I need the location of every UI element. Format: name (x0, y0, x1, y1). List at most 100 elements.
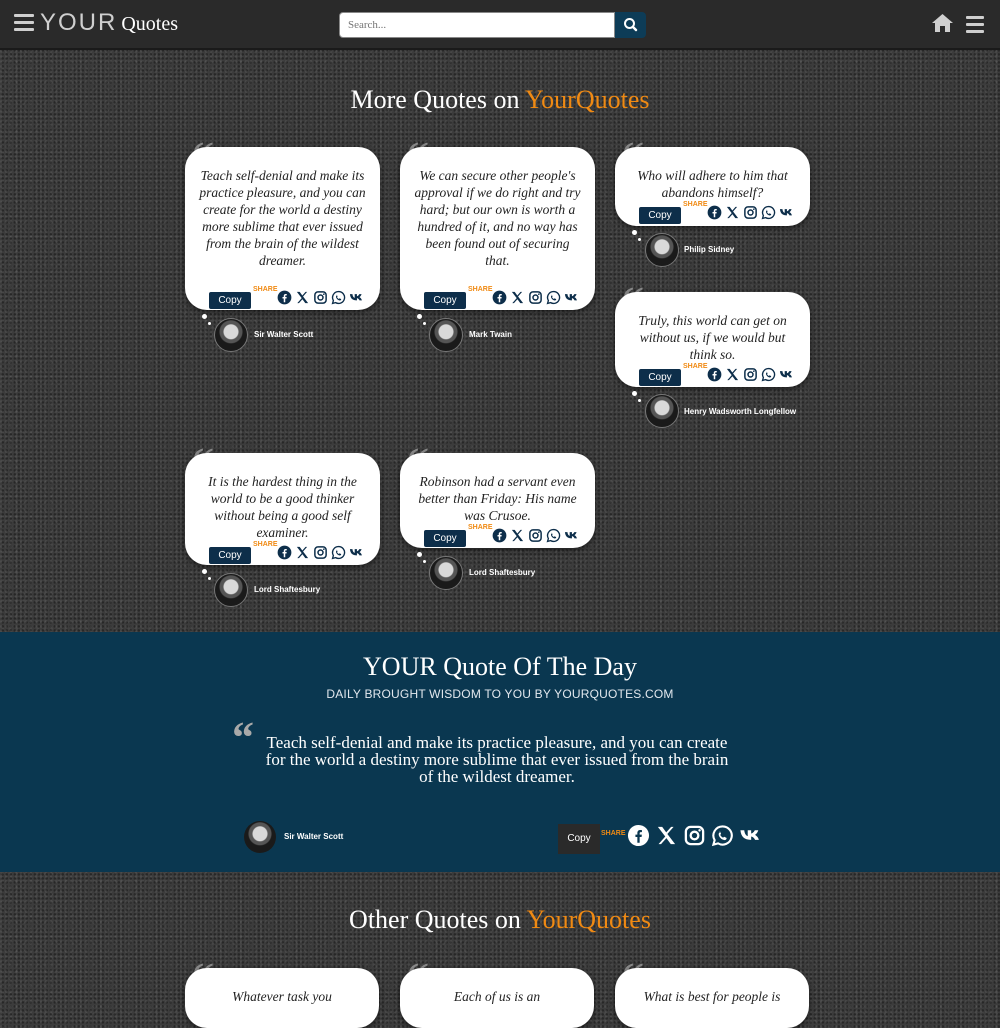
facebook-icon[interactable] (492, 290, 507, 305)
whatsapp-icon[interactable] (546, 528, 561, 543)
share-icons (277, 290, 364, 308)
instagram-icon[interactable] (313, 290, 328, 305)
copy-button[interactable]: Copy (209, 292, 251, 309)
facebook-icon[interactable] (627, 824, 650, 847)
whatsapp-icon[interactable] (761, 205, 776, 220)
whatsapp-icon[interactable] (711, 824, 734, 847)
home-icon[interactable] (931, 13, 954, 33)
share-label: SHARE (683, 201, 708, 208)
vk-icon[interactable] (739, 824, 762, 847)
x-icon[interactable] (655, 824, 678, 847)
vk-icon[interactable] (564, 528, 579, 543)
author-name[interactable]: Lord Shaftesbury (469, 568, 535, 577)
whatsapp-icon[interactable] (331, 545, 346, 560)
search-input[interactable] (339, 12, 615, 38)
vk-icon[interactable] (349, 545, 364, 560)
author-name[interactable]: Sir Walter Scott (284, 832, 343, 841)
facebook-icon[interactable] (492, 528, 507, 543)
quote-text: Teach self-denial and make its practice … (199, 168, 366, 268)
facebook-icon[interactable] (277, 545, 292, 560)
quote-text: Whatever task you (232, 989, 332, 1004)
facebook-icon[interactable] (707, 205, 722, 220)
copy-button[interactable]: Copy (424, 530, 466, 547)
copy-button[interactable]: Copy (558, 824, 600, 854)
quote-text: Each of us is an (453, 989, 541, 1004)
quote-card: What is best for people is (615, 968, 809, 1028)
author-name[interactable]: Sir Walter Scott (254, 330, 313, 339)
author-avatar[interactable] (645, 233, 679, 267)
menu-icon[interactable] (14, 14, 34, 32)
quote-text: Robinson had a servant even better than … (418, 474, 577, 523)
copy-button[interactable]: Copy (639, 207, 681, 224)
author-avatar[interactable] (429, 318, 463, 352)
x-icon[interactable] (725, 367, 740, 382)
share-icons (277, 545, 364, 563)
thought-bubble-dot (202, 314, 207, 319)
author-avatar[interactable] (429, 556, 463, 590)
share-label: SHARE (683, 363, 708, 370)
thought-bubble-dot (208, 322, 211, 325)
brand-quotes: Quotes (121, 13, 179, 35)
quote-card: It is the hardest thing in the world to … (185, 453, 380, 565)
author-avatar[interactable] (214, 573, 248, 607)
vk-icon[interactable] (779, 367, 794, 382)
thought-bubble-dot (423, 560, 426, 563)
instagram-icon[interactable] (743, 205, 758, 220)
x-icon[interactable] (510, 528, 525, 543)
author-avatar[interactable] (244, 821, 276, 853)
author-name[interactable]: Lord Shaftesbury (254, 585, 320, 594)
brand-your: YOUR (40, 9, 118, 36)
thought-bubble-dot (632, 391, 637, 396)
instagram-icon[interactable] (528, 290, 543, 305)
instagram-icon[interactable] (683, 824, 706, 847)
share-icons (707, 205, 794, 223)
instagram-icon[interactable] (528, 528, 543, 543)
quote-card: Robinson had a servant even better than … (400, 453, 595, 548)
heading-text: More Quotes on (350, 85, 525, 114)
thought-bubble-dot (423, 322, 426, 325)
share-icons-large (627, 824, 762, 847)
quote-of-the-day-section: YOUR Quote Of The Day DAILY BROUGHT WISD… (0, 632, 1000, 872)
other-quotes-heading: Other Quotes on YourQuotes (0, 905, 1000, 935)
brand-logo[interactable]: YOUR Quotes (40, 9, 178, 37)
vk-icon[interactable] (349, 290, 364, 305)
heading-accent: YourQuotes (526, 905, 651, 934)
vk-icon[interactable] (779, 205, 794, 220)
copy-button[interactable]: Copy (639, 369, 681, 386)
qotd-title: YOUR Quote Of The Day (363, 652, 637, 681)
thought-bubble-dot (417, 314, 422, 319)
copy-button[interactable]: Copy (209, 547, 251, 564)
quote-text: Truly, this world can get on without us,… (638, 313, 787, 362)
search-button[interactable] (615, 12, 646, 38)
author-avatar[interactable] (645, 394, 679, 428)
quote-card: Who will adhere to him that abandons him… (615, 147, 810, 226)
share-label: SHARE (601, 830, 626, 837)
whatsapp-icon[interactable] (331, 290, 346, 305)
author-name[interactable]: Mark Twain (469, 330, 512, 339)
author-avatar[interactable] (214, 318, 248, 352)
quote-card: Whatever task you (185, 968, 379, 1028)
instagram-icon[interactable] (743, 367, 758, 382)
author-name[interactable]: Henry Wadsworth Longfellow (684, 407, 796, 416)
quote-text: It is the hardest thing in the world to … (208, 474, 357, 540)
menu-icon[interactable] (966, 16, 984, 34)
copy-button[interactable]: Copy (424, 292, 466, 309)
thought-bubble-dot (638, 399, 641, 402)
quote-mark-icon: “ (232, 713, 254, 762)
share-icons (492, 290, 579, 308)
qotd-text: Teach self-denial and make its practice … (265, 733, 729, 786)
thought-bubble-dot (202, 569, 207, 574)
instagram-icon[interactable] (313, 545, 328, 560)
facebook-icon[interactable] (277, 290, 292, 305)
share-label: SHARE (253, 541, 278, 548)
whatsapp-icon[interactable] (761, 367, 776, 382)
share-label: SHARE (468, 286, 493, 293)
whatsapp-icon[interactable] (546, 290, 561, 305)
x-icon[interactable] (295, 545, 310, 560)
facebook-icon[interactable] (707, 367, 722, 382)
x-icon[interactable] (725, 205, 740, 220)
vk-icon[interactable] (564, 290, 579, 305)
author-name[interactable]: Philip Sidney (684, 245, 734, 254)
x-icon[interactable] (295, 290, 310, 305)
x-icon[interactable] (510, 290, 525, 305)
